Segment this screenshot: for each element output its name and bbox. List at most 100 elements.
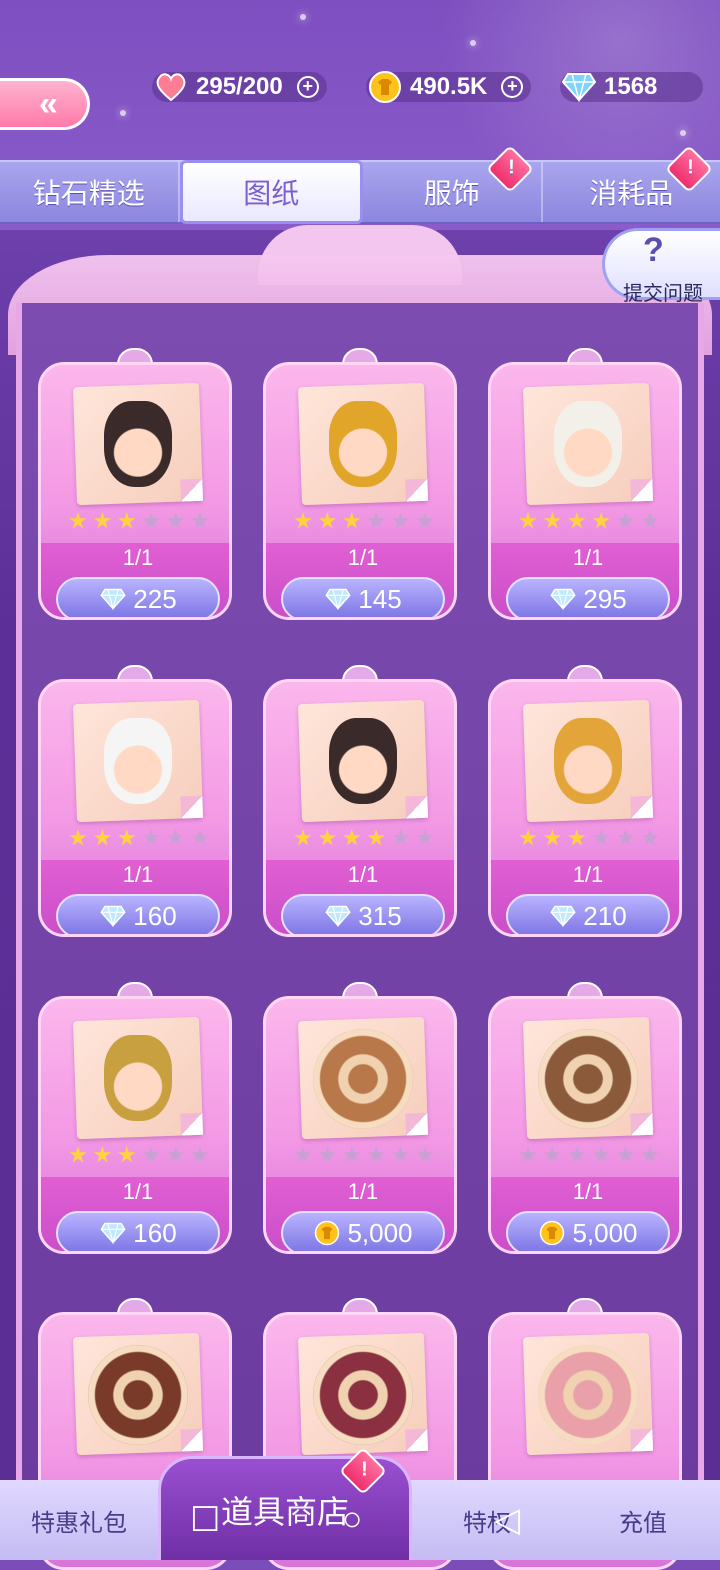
diamond-icon <box>99 1219 127 1247</box>
lace-pattern-icon <box>88 1345 188 1445</box>
star-icon <box>416 512 434 530</box>
star-icon <box>93 1146 111 1164</box>
system-back-triangle-icon[interactable]: ◁ <box>494 1500 520 1540</box>
stock-quantity: 1/1 <box>266 862 457 888</box>
star-icon <box>416 1146 434 1164</box>
tab-label: 服饰 <box>424 172 480 212</box>
rating-stars <box>294 1146 434 1164</box>
back-button[interactable]: « <box>0 78 90 130</box>
tab-blueprints[interactable]: 图纸 <box>180 160 364 224</box>
shop-item-card[interactable]: 1/1295 <box>488 348 682 620</box>
stock-quantity: 1/1 <box>41 545 232 571</box>
tab-diamond-picks[interactable]: 钻石精选 <box>0 162 180 222</box>
card-body: 1/1 160 <box>38 679 232 937</box>
nav-special-packs[interactable]: 特惠礼包 <box>0 1480 158 1560</box>
star-icon <box>617 829 635 847</box>
nav-recharge[interactable]: 充值 <box>566 1480 720 1560</box>
flower-earrings-icon <box>104 718 172 804</box>
star-icon <box>367 1146 385 1164</box>
card-body: 1/1 145 <box>263 362 457 620</box>
shop-item-card[interactable]: 1/1225 <box>38 348 232 620</box>
star-icon <box>167 512 185 530</box>
hairstyle-pin-icon <box>329 718 397 804</box>
submit-question-button[interactable]: ? 提交问题 <box>602 228 720 300</box>
gold-coin-icon <box>538 1219 566 1247</box>
sparkle-icon <box>120 110 126 116</box>
ruby-ring-icon <box>329 401 397 487</box>
add-hearts-button[interactable]: + <box>297 76 319 98</box>
price-value: 145 <box>358 584 401 615</box>
star-icon <box>294 512 312 530</box>
buy-price-button[interactable]: 5,000 <box>506 1211 670 1254</box>
hairstyle-bun-icon <box>104 401 172 487</box>
star-icon <box>93 829 111 847</box>
price-value: 295 <box>583 584 626 615</box>
buy-price-button[interactable]: 145 <box>281 577 445 620</box>
shop-item-card[interactable]: 1/1160 <box>38 982 232 1254</box>
buy-price-button[interactable]: 160 <box>56 894 220 937</box>
diamond-icon <box>99 585 127 613</box>
shop-item-card[interactable]: 1/1 145 <box>263 348 457 620</box>
rating-stars <box>294 829 434 847</box>
buy-price-button[interactable]: 210 <box>506 894 670 937</box>
buy-price-button[interactable]: 225 <box>56 577 220 620</box>
stock-quantity: 1/1 <box>41 862 232 888</box>
card-body: 1/1210 <box>488 679 682 937</box>
star-icon <box>543 829 561 847</box>
buy-price-button[interactable]: 295 <box>506 577 670 620</box>
price-value: 5,000 <box>347 1218 412 1249</box>
star-icon <box>519 512 537 530</box>
star-icon <box>592 1146 610 1164</box>
sparkle-icon <box>680 130 686 136</box>
heart-icon <box>152 68 190 106</box>
star-icon <box>142 512 160 530</box>
star-icon <box>641 512 659 530</box>
nav-privileges[interactable]: 特权 <box>412 1480 562 1560</box>
shop-item-card[interactable]: 1/1210 <box>488 665 682 937</box>
shop-item-card[interactable]: 1/1 160 <box>38 665 232 937</box>
hearts-counter: 295/200 + <box>152 72 327 102</box>
buy-price-button[interactable]: 160 <box>56 1211 220 1254</box>
star-icon <box>118 1146 136 1164</box>
price-value: 315 <box>358 901 401 932</box>
price-value: 210 <box>583 901 626 932</box>
tab-apparel[interactable]: 服饰 ! <box>363 162 543 222</box>
star-icon <box>191 1146 209 1164</box>
necklace-icon <box>104 1035 172 1121</box>
star-icon <box>519 1146 537 1164</box>
tab-consumables[interactable]: 消耗品 ! <box>543 162 720 222</box>
diamond-counter: 1568 <box>560 72 703 102</box>
buy-price-button[interactable]: 5,000 <box>281 1211 445 1254</box>
add-gold-button[interactable]: + <box>501 76 523 98</box>
system-circle-icon[interactable]: ○ <box>342 1500 363 1539</box>
tab-label: 图纸 <box>243 172 299 212</box>
price-value: 160 <box>133 901 176 932</box>
system-square-icon[interactable]: ☐ <box>190 1500 220 1540</box>
shop-item-card[interactable]: 1/15,000 <box>488 982 682 1254</box>
sparkle-icon <box>300 14 306 20</box>
shop-item-card[interactable]: 1/15,000 <box>263 982 457 1254</box>
diamond-icon <box>560 68 598 106</box>
star-icon <box>367 512 385 530</box>
blossom-pattern-icon <box>538 1345 638 1445</box>
star-icon <box>93 512 111 530</box>
rating-stars <box>69 829 209 847</box>
star-icon <box>318 829 336 847</box>
nav-label: 道具商店 <box>221 1487 349 1533</box>
star-icon <box>167 829 185 847</box>
mandala-pattern-icon <box>313 1345 413 1445</box>
stock-quantity: 1/1 <box>41 1179 232 1205</box>
star-icon <box>118 829 136 847</box>
rating-stars <box>519 512 659 530</box>
pattern-medallion-icon <box>313 1029 413 1129</box>
card-body: 1/1295 <box>488 362 682 620</box>
sparkle-icon <box>470 40 476 46</box>
star-icon <box>392 1146 410 1164</box>
stock-quantity: 1/1 <box>266 545 457 571</box>
buy-price-button[interactable]: 315 <box>281 894 445 937</box>
rating-stars <box>519 829 659 847</box>
nav-label: 充值 <box>619 1503 667 1538</box>
diamond-icon <box>549 585 577 613</box>
star-icon <box>191 829 209 847</box>
shop-item-card[interactable]: 1/1 315 <box>263 665 457 937</box>
